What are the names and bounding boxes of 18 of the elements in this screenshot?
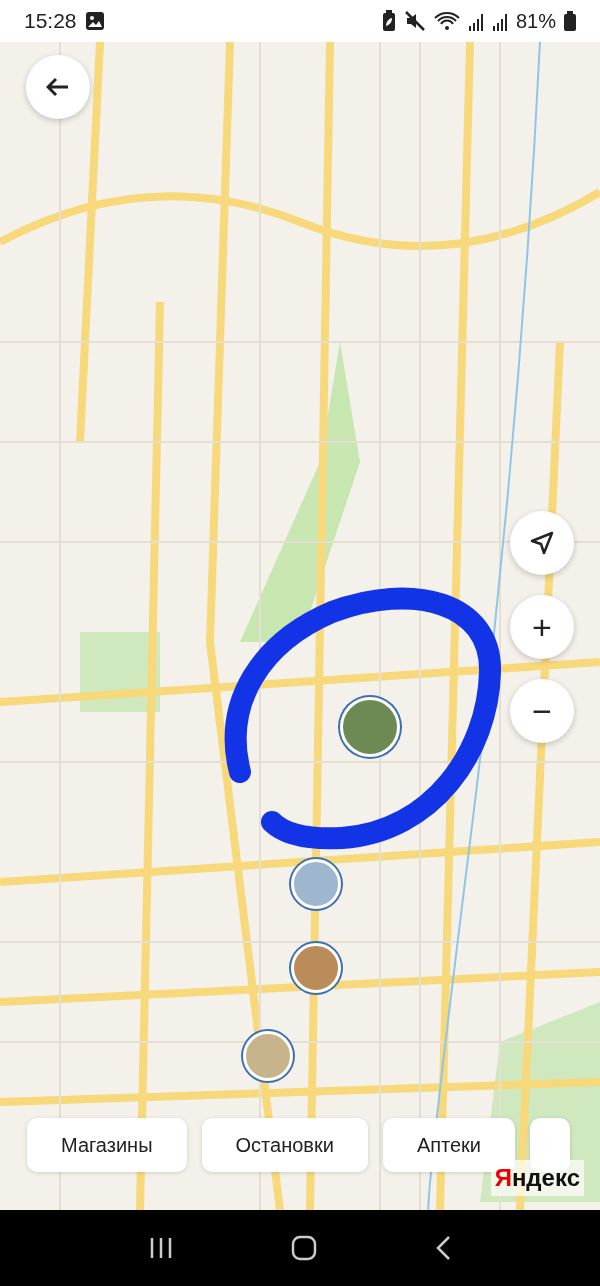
battery-saver-icon [381, 10, 396, 32]
image-icon [84, 11, 105, 31]
wifi-icon [433, 10, 460, 32]
status-time: 15:28 [24, 8, 77, 35]
navigation-arrow-icon [530, 531, 554, 555]
signal-icon [467, 11, 484, 31]
battery-percent: 81% [515, 9, 556, 34]
back-icon[interactable] [435, 1235, 451, 1261]
home-icon[interactable] [291, 1235, 317, 1261]
category-chip[interactable]: Остановки [201, 1118, 368, 1172]
recent-apps-icon[interactable] [149, 1236, 173, 1260]
signal-icon [491, 11, 508, 31]
battery-icon [564, 11, 576, 31]
map-drawing[interactable] [0, 42, 600, 1210]
logo: Яндекс [490, 1160, 584, 1196]
mute-icon [403, 10, 426, 32]
back-arrow-icon [46, 77, 70, 97]
category-chip[interactable]: Магазины [27, 1118, 187, 1172]
